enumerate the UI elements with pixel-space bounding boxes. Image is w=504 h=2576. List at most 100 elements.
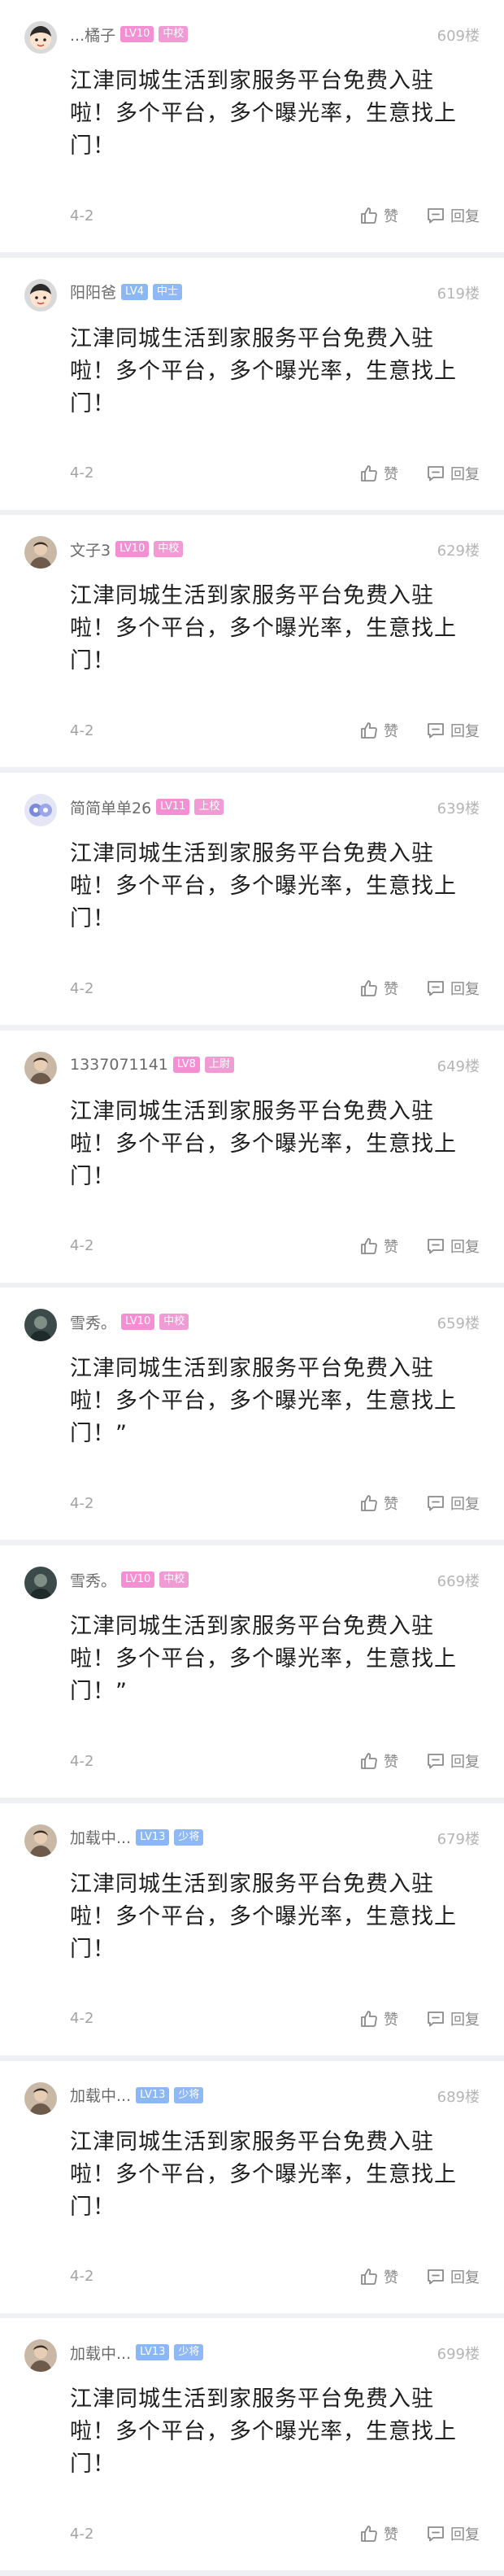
reply-button[interactable]: 回复 xyxy=(426,463,480,484)
comment-date: 4-2 xyxy=(70,1237,94,1255)
comment-meta: 4-2 赞 回复 xyxy=(70,2522,480,2546)
like-label: 赞 xyxy=(384,723,398,741)
comment-header: ...橘子 LV10 中校 xyxy=(70,23,189,46)
comment-date: 4-2 xyxy=(70,2010,94,2028)
username[interactable]: 雪秀。 xyxy=(70,1311,116,1333)
rank-badge: 中校 xyxy=(159,26,189,42)
comment-actions: 赞 回复 xyxy=(332,1750,480,1772)
rank-badge: 中校 xyxy=(154,541,184,558)
reply-button[interactable]: 回复 xyxy=(426,205,480,226)
rank-badge: 少将 xyxy=(174,2344,204,2361)
level-badge: LV4 xyxy=(121,283,148,300)
like-button[interactable]: 赞 xyxy=(359,2523,398,2544)
username[interactable]: 1337071141 xyxy=(70,1056,168,1074)
like-button[interactable]: 赞 xyxy=(359,2008,398,2029)
like-button[interactable]: 赞 xyxy=(359,2266,398,2287)
reply-button[interactable]: 回复 xyxy=(426,720,480,741)
reply-button[interactable]: 回复 xyxy=(426,1750,480,1772)
comment-actions: 赞 回复 xyxy=(332,1236,480,1257)
comment-bubble-icon xyxy=(426,1236,445,1256)
comment-meta: 4-2 赞 回复 xyxy=(70,2264,480,2289)
comment-bubble-icon xyxy=(426,464,445,483)
comment-date: 4-2 xyxy=(70,721,94,739)
comment-item: 加载中... LV13 少将 689楼 江津同城生活到家服务平台免费入驻啦！多个… xyxy=(0,2060,504,2313)
comment-header: 加载中... LV13 少将 xyxy=(70,2084,204,2107)
comment-header: 1337071141 LV8 上尉 xyxy=(70,1053,234,1076)
reply-button[interactable]: 回复 xyxy=(426,978,480,999)
reply-button[interactable]: 回复 xyxy=(426,1493,480,1514)
like-button[interactable]: 赞 xyxy=(359,1493,398,1514)
like-button[interactable]: 赞 xyxy=(359,463,398,484)
floor-number: 619楼 xyxy=(437,285,480,303)
cartoon-face-icon[interactable] xyxy=(24,21,57,54)
like-button[interactable]: 赞 xyxy=(359,1236,398,1257)
dark-photo-avatar-icon[interactable] xyxy=(24,1309,57,1342)
like-label: 赞 xyxy=(384,2269,398,2286)
like-label: 赞 xyxy=(384,2526,398,2544)
like-button[interactable]: 赞 xyxy=(359,720,398,741)
comment-bubble-icon xyxy=(426,2524,445,2543)
thumbs-up-icon xyxy=(359,1493,379,1513)
comment-actions: 赞 回复 xyxy=(332,205,480,226)
username[interactable]: 阳阳爸 xyxy=(70,281,116,303)
username[interactable]: 加载中... xyxy=(70,1826,131,1848)
comment-date: 4-2 xyxy=(70,1752,94,1770)
like-label: 赞 xyxy=(384,2011,398,2029)
reply-button[interactable]: 回复 xyxy=(426,1236,480,1257)
photo-avatar-icon[interactable] xyxy=(24,2081,57,2115)
comment-item: 阳阳爸 LV4 中士 619楼 江津同城生活到家服务平台免费入驻啦！多个平台，多… xyxy=(0,257,504,510)
floor-number: 639楼 xyxy=(437,800,480,818)
comment-header: 简简单单26 LV11 上校 xyxy=(70,795,224,818)
like-button[interactable]: 赞 xyxy=(359,1750,398,1772)
comment-bubble-icon xyxy=(426,1493,445,1513)
comment-text: 江津同城生活到家服务平台免费入驻啦！多个平台，多个曝光率，生意找上门！ xyxy=(70,1098,457,1189)
like-button[interactable]: 赞 xyxy=(359,205,398,226)
username[interactable]: 简简单单26 xyxy=(70,796,151,818)
reply-button[interactable]: 回复 xyxy=(426,2523,480,2544)
cartoon-face-icon[interactable] xyxy=(24,278,57,312)
like-label: 赞 xyxy=(384,1754,398,1772)
comment-actions: 赞 回复 xyxy=(332,2008,480,2029)
comment-actions: 赞 回复 xyxy=(332,720,480,741)
comment-item: 雪秀。 LV10 中校 669楼 江津同城生活到家服务平台免费入驻啦！多个平台，… xyxy=(0,1545,504,1798)
photo-avatar-icon[interactable] xyxy=(24,1051,57,1084)
floor-number: 659楼 xyxy=(437,1315,480,1333)
comment-item: 文子3 LV10 中校 629楼 江津同城生活到家服务平台免费入驻啦！多个平台，… xyxy=(0,515,504,768)
thumbs-up-icon xyxy=(359,979,379,998)
reply-button[interactable]: 回复 xyxy=(426,2008,480,2029)
photo-avatar-icon[interactable] xyxy=(24,1824,57,1857)
username[interactable]: 雪秀。 xyxy=(70,1569,116,1591)
comment-item: 加载中... LV13 少将 679楼 江津同城生活到家服务平台免费入驻啦！多个… xyxy=(0,1802,504,2055)
comment-header: 雪秀。 LV10 中校 xyxy=(70,1568,189,1591)
level-badge: LV10 xyxy=(115,541,150,558)
comment-bubble-icon xyxy=(426,206,445,225)
comment-header: 加载中... LV13 少将 xyxy=(70,2341,204,2364)
reply-label: 回复 xyxy=(450,2011,480,2029)
floor-number: 629楼 xyxy=(437,543,480,560)
username[interactable]: 文子3 xyxy=(70,538,111,560)
username[interactable]: 加载中... xyxy=(70,2084,131,2106)
comment-header: 阳阳爸 LV4 中士 xyxy=(70,281,183,303)
username[interactable]: 加载中... xyxy=(70,2342,131,2364)
reply-label: 回复 xyxy=(450,208,480,225)
username[interactable]: ...橘子 xyxy=(70,24,115,46)
reply-label: 回复 xyxy=(450,465,480,483)
reply-label: 回复 xyxy=(450,1238,480,1256)
cartoon-text-avatar-icon[interactable] xyxy=(24,794,57,827)
photo-avatar-icon[interactable] xyxy=(24,2339,57,2373)
photo-avatar-icon[interactable] xyxy=(24,536,57,569)
floor-number: 689楼 xyxy=(437,2088,480,2106)
comment-text: 江津同城生活到家服务平台免费入驻啦！多个平台，多个曝光率，生意找上门！ xyxy=(70,2386,457,2478)
reply-button[interactable]: 回复 xyxy=(426,2266,480,2287)
comment-bubble-icon xyxy=(426,2009,445,2029)
thumbs-up-icon xyxy=(359,206,379,225)
comment-meta: 4-2 赞 回复 xyxy=(70,2007,480,2031)
comment-item: ...橘子 LV10 中校 609楼 江津同城生活到家服务平台免费入驻啦！多个平… xyxy=(0,0,504,252)
like-label: 赞 xyxy=(384,1238,398,1256)
level-badge: LV10 xyxy=(120,26,154,42)
level-badge: LV8 xyxy=(172,1056,200,1073)
dark-photo-avatar-icon[interactable] xyxy=(24,1567,57,1600)
comment-bubble-icon xyxy=(426,1751,445,1771)
comment-item: 加载中... LV13 少将 699楼 江津同城生活到家服务平台免费入驻啦！多个… xyxy=(0,2318,504,2571)
like-button[interactable]: 赞 xyxy=(359,978,398,999)
